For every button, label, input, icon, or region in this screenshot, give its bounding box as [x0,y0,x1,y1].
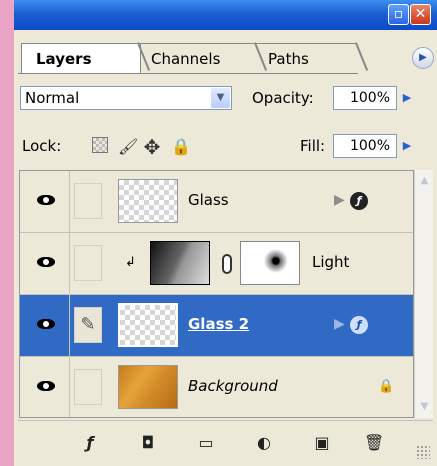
chevron-down-icon[interactable]: ▼ [211,88,230,108]
layers-list: Glass ▶ ƒ ↲ Light ✎ Glass 2 ▶ ƒ Backgrou… [19,170,414,418]
layer-row-light[interactable]: ↲ Light [20,233,413,295]
fill-input[interactable]: 100% [333,134,397,158]
layers-panel: ▫ ✕ Paths Channels Layers ▶ Normal ▼ Opa… [14,0,437,466]
opacity-input[interactable]: 100% [333,86,397,110]
layer-effects-icon[interactable]: ƒ [350,192,368,210]
layers-bottom-toolbar: ƒ ◘ ▭ ◐ ▣ 🗑 [18,420,433,466]
brush-icon[interactable]: ✎ [74,307,102,343]
tab-paths[interactable]: Paths [254,43,356,73]
layer-mask-thumbnail[interactable] [240,241,300,285]
link-cell[interactable] [74,369,102,405]
lock-icon: 🔒 [378,379,395,394]
layers-scrollbar[interactable]: ▲ ▼ [414,170,433,418]
eye-icon [37,195,55,205]
visibility-toggle[interactable] [20,295,70,356]
visibility-toggle[interactable] [20,171,70,232]
blend-mode-value: Normal [25,89,80,107]
eye-icon [37,381,55,391]
layer-thumbnail [118,365,178,409]
layer-row-glass[interactable]: Glass ▶ ƒ [20,171,413,233]
expand-effects-icon[interactable]: ▶ [334,316,345,332]
layer-row-glass-2[interactable]: ✎ Glass 2 ▶ ƒ [20,295,413,357]
visibility-toggle[interactable] [20,233,70,294]
lock-all-icon[interactable]: 🔒 [171,137,191,157]
eye-icon [37,257,55,267]
resize-grip-icon[interactable] [416,445,430,459]
new-group-icon[interactable]: ▭ [196,433,216,453]
scroll-down-icon[interactable]: ▼ [416,398,433,415]
layer-name: Light [312,253,350,271]
clipping-mask-icon: ↲ [125,255,136,270]
tab-layers[interactable]: Layers [21,43,141,73]
layer-name: Glass 2 [188,315,250,333]
eye-icon [37,319,55,329]
layer-thumbnail [150,241,210,285]
panel-menu-icon[interactable]: ▶ [412,47,434,69]
opacity-label: Opacity: [252,89,314,107]
lock-transparency-icon[interactable] [90,137,110,157]
layer-name: Glass [188,191,229,209]
tab-channels[interactable]: Channels [137,43,255,73]
opacity-slider-arrow-icon[interactable]: ▶ [398,87,416,109]
expand-effects-icon[interactable]: ▶ [334,192,345,208]
mask-link-icon[interactable] [222,254,232,274]
lock-position-icon[interactable]: ✥ [142,137,162,157]
layer-thumbnail [118,179,178,223]
lock-label: Lock: [22,137,62,155]
blend-mode-select[interactable]: Normal ▼ [20,86,232,110]
visibility-toggle[interactable] [20,357,70,417]
tab-baseline [18,73,358,74]
link-cell[interactable] [74,245,102,281]
lock-pixels-icon[interactable]: 🖌 [118,137,138,157]
fill-slider-arrow-icon[interactable]: ▶ [398,135,416,157]
add-mask-icon[interactable]: ◘ [138,433,158,453]
add-layer-style-icon[interactable]: ƒ [80,433,100,453]
minimize-icon[interactable]: ▫ [388,4,409,25]
layer-name: Background [188,377,278,395]
new-layer-icon[interactable]: ▣ [312,433,332,453]
close-icon[interactable]: ✕ [410,4,431,25]
layer-effects-icon[interactable]: ƒ [350,316,368,334]
layer-row-background[interactable]: Background 🔒 [20,357,413,417]
delete-layer-icon[interactable]: 🗑 [364,433,384,453]
scroll-up-icon[interactable]: ▲ [416,172,433,189]
link-cell[interactable] [74,183,102,219]
panel-titlebar[interactable]: ▫ ✕ [14,0,437,30]
layer-thumbnail [118,303,178,347]
new-adjustment-layer-icon[interactable]: ◐ [254,433,274,453]
fill-label: Fill: [300,137,326,155]
